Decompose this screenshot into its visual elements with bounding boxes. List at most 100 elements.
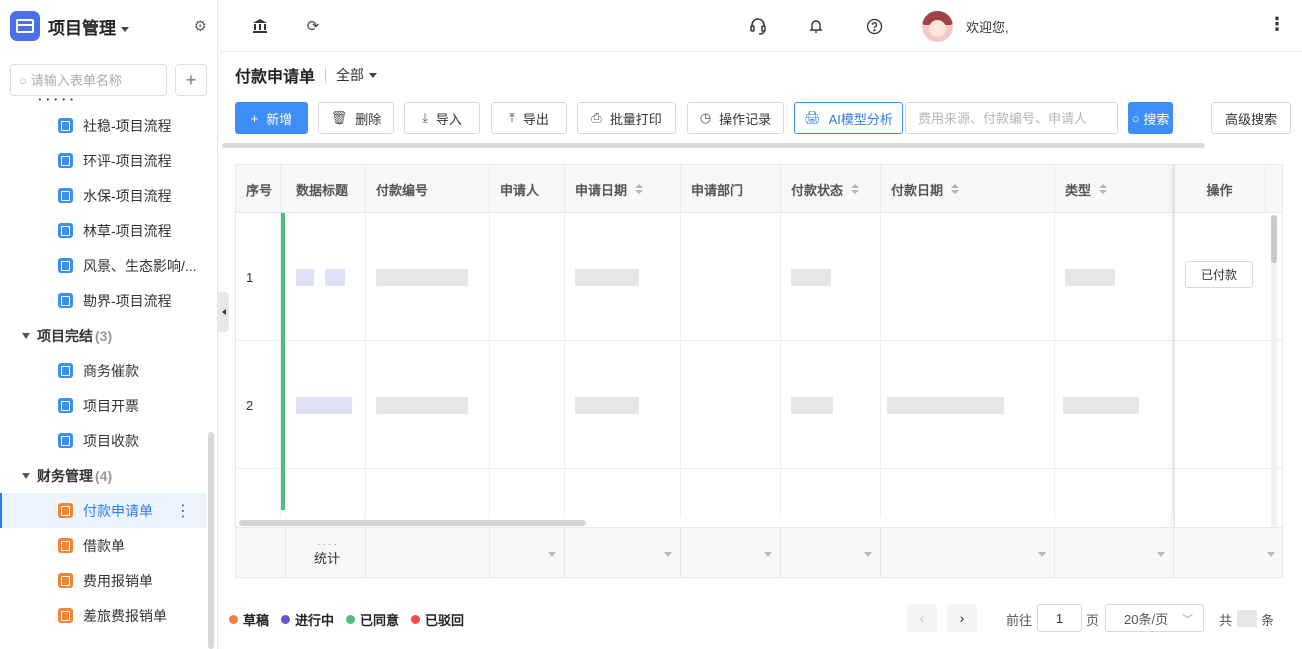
- footer-dropdown[interactable]: [1055, 528, 1174, 577]
- col-pay-status[interactable]: 付款状态: [781, 165, 881, 213]
- tree-item[interactable]: 商务催款: [0, 353, 206, 388]
- advanced-search-button[interactable]: 高级搜索: [1211, 102, 1291, 134]
- cell-index: 2: [236, 341, 281, 469]
- footer-dropdown[interactable]: [490, 528, 565, 577]
- next-page-button[interactable]: ›: [947, 604, 977, 632]
- footer-cell: [236, 528, 286, 577]
- tree-item[interactable]: 水保-项目流程: [0, 178, 206, 213]
- ai-analysis-button[interactable]: 🖨 AI模型分析: [794, 102, 903, 134]
- form-icon: [58, 118, 73, 133]
- header-label: 申请人: [500, 182, 540, 198]
- prev-page-button[interactable]: ‹: [907, 604, 937, 632]
- refresh-icon[interactable]: ⟳: [302, 15, 324, 37]
- divider: [325, 66, 327, 83]
- table-row[interactable]: [236, 469, 1282, 518]
- search-button[interactable]: ○ 搜索: [1128, 102, 1173, 134]
- vertical-scrollbar[interactable]: [1271, 215, 1277, 573]
- table-horizontal-scrollbar[interactable]: [239, 520, 586, 526]
- col-type[interactable]: 类型: [1055, 165, 1174, 213]
- cell-applicant: [490, 469, 565, 518]
- avatar[interactable]: [922, 11, 953, 42]
- tree-item-label: 商务催款: [83, 362, 139, 379]
- tree-item[interactable]: 勘界-项目流程: [0, 283, 206, 318]
- cell-index: [236, 469, 281, 518]
- footer-dropdown[interactable]: [565, 528, 681, 577]
- add-form-button[interactable]: +: [175, 64, 207, 96]
- cell-index: 1: [236, 213, 281, 341]
- app-switcher[interactable]: 项目管理: [48, 14, 129, 39]
- page-input[interactable]: 1: [1037, 604, 1082, 632]
- operation-log-button[interactable]: ◷ 操作记录: [687, 102, 784, 134]
- tree-item-active[interactable]: 付款申请单 ⋮: [0, 493, 206, 528]
- redacted-text: [325, 268, 345, 286]
- caret-down-icon: [664, 551, 672, 557]
- tree-item[interactable]: 社稳-项目流程: [0, 108, 206, 143]
- header-label: 类型: [1065, 182, 1092, 198]
- horizontal-scrollbar[interactable]: [222, 143, 1205, 148]
- bank-icon[interactable]: [249, 15, 271, 37]
- tree-item[interactable]: 风景、生态影响/...: [0, 248, 206, 283]
- footer-dropdown[interactable]: [881, 528, 1055, 577]
- col-apply-date[interactable]: 申请日期: [565, 165, 681, 213]
- scope-dropdown[interactable]: 全部: [336, 65, 378, 85]
- help-icon[interactable]: [863, 15, 885, 37]
- sort-icon[interactable]: [851, 184, 860, 194]
- sort-icon[interactable]: [951, 184, 960, 194]
- table-search-input[interactable]: [905, 102, 1118, 134]
- page-size-value: 20条/页: [1124, 611, 1169, 627]
- sidebar-header: 项目管理 ⚙: [0, 0, 217, 52]
- col-department: 申请部门: [681, 165, 781, 213]
- form-search-input[interactable]: [30, 72, 151, 88]
- tree-item[interactable]: 借款单: [0, 528, 206, 563]
- tree-item-label: 水保-项目流程: [83, 187, 172, 204]
- row-index: 2: [246, 397, 254, 413]
- batch-print-button[interactable]: ⎙ 批量打印: [577, 102, 676, 134]
- expand-icon: [22, 332, 30, 339]
- tree-group-finance[interactable]: 财务管理 (4): [0, 458, 206, 493]
- tree-item[interactable]: 项目收款: [0, 423, 206, 458]
- export-button[interactable]: ⤒ 导出: [491, 102, 567, 134]
- form-icon: [58, 503, 73, 518]
- table-row[interactable]: 2: [236, 341, 1282, 469]
- redacted-text: [1237, 610, 1257, 627]
- gear-icon[interactable]: ⚙: [194, 17, 207, 35]
- page-size-select[interactable]: 20条/页 ﹀: [1105, 604, 1204, 632]
- tree-item-label: 环评-项目流程: [83, 152, 172, 169]
- col-applicant: 申请人: [490, 165, 565, 213]
- header-label: 付款日期: [891, 182, 944, 198]
- redacted-text: [575, 268, 639, 286]
- tree-group-completed[interactable]: 项目完结 (3): [0, 318, 206, 353]
- tree-item-label: 勘界-项目流程: [83, 292, 172, 309]
- import-button[interactable]: ⤓ 导入: [404, 102, 480, 134]
- paid-button[interactable]: 已付款: [1185, 261, 1253, 288]
- table-row[interactable]: 1: [236, 213, 1282, 341]
- redacted-text: [791, 396, 833, 414]
- headset-icon[interactable]: [747, 15, 769, 37]
- bell-icon[interactable]: [805, 15, 827, 37]
- clock-icon: ◷: [699, 110, 712, 125]
- delete-button[interactable]: 🗑 删除: [318, 102, 394, 134]
- summary-label: · · · · 统计: [287, 527, 367, 577]
- cell-pay-status: [781, 341, 881, 469]
- tree-item[interactable]: 项目开票: [0, 388, 206, 423]
- tree-item[interactable]: 费用报销单: [0, 563, 206, 598]
- tree-item[interactable]: 林草-项目流程: [0, 213, 206, 248]
- form-search-box: ○: [10, 64, 167, 96]
- col-pay-date[interactable]: 付款日期: [881, 165, 1055, 213]
- sort-icon[interactable]: [1099, 184, 1108, 194]
- footer-dropdown[interactable]: [1174, 528, 1282, 577]
- sidebar-collapse-button[interactable]: [218, 292, 229, 332]
- tree-item[interactable]: 环评-项目流程: [0, 143, 206, 178]
- sort-icon[interactable]: [635, 184, 644, 194]
- tree-group-cut: · · · · ·: [38, 98, 75, 107]
- tree-item-label: 借款单: [83, 537, 125, 554]
- form-icon: [58, 573, 73, 588]
- add-button[interactable]: + 新增: [235, 102, 308, 134]
- table-body: 1 2: [236, 213, 1282, 518]
- footer-dropdown[interactable]: [681, 528, 781, 577]
- more-vertical-icon[interactable]: ⋮: [1268, 14, 1286, 35]
- footer-dropdown[interactable]: [781, 528, 881, 577]
- form-icon: [58, 363, 73, 378]
- more-vertical-icon[interactable]: ⋮: [175, 501, 191, 521]
- page-value: 1: [1055, 610, 1064, 626]
